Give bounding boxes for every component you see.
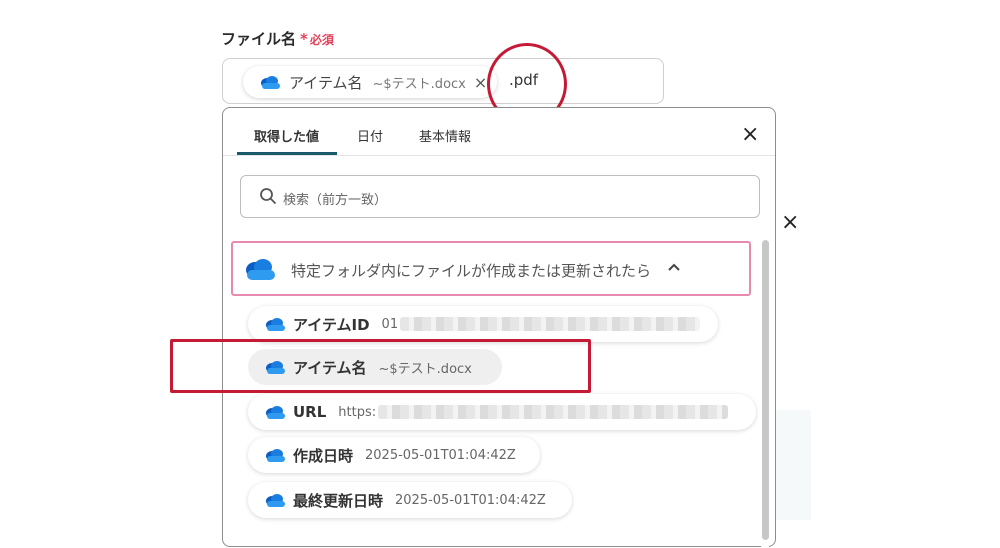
item-value: 2025-05-01T01:04:42Z (395, 492, 546, 508)
item-label: 最終更新日時 (293, 491, 384, 510)
tab-date[interactable]: 日付 (357, 126, 383, 145)
scrollbar-thumb[interactable] (762, 240, 769, 540)
list-item-updated-at[interactable]: 最終更新日時 2025-05-01T01:04:42Z (248, 482, 572, 518)
item-label: アイテムID (293, 315, 370, 334)
chip-value: ~$テスト.docx (372, 76, 466, 92)
tab-basic-info[interactable]: 基本情報 (419, 126, 471, 145)
search-icon (260, 188, 276, 204)
onedrive-cloud-icon (246, 259, 275, 280)
tab-acquired-values[interactable]: 取得した値 (254, 126, 319, 145)
required-text: 必須 (309, 33, 334, 47)
chip-label: アイテム名 (289, 73, 363, 92)
file-name-label: ファイル名 * 必須 (221, 28, 334, 49)
list-item-created-at[interactable]: 作成日時 2025-05-01T01:04:42Z (248, 437, 540, 473)
onedrive-cloud-icon (266, 449, 285, 462)
value-picker-panel: 取得した値 日付 基本情報 × 検索（前方一致） 特定フォルダ内にファイルが作成… (222, 107, 776, 548)
item-label: URL (293, 403, 327, 421)
required-star: * (300, 30, 308, 48)
close-icon[interactable]: × (741, 122, 759, 147)
chevron-up-icon[interactable] (667, 262, 681, 272)
onedrive-cloud-icon (266, 494, 285, 507)
item-name-chip[interactable]: アイテム名 ~$テスト.docx × (243, 66, 498, 98)
search-input[interactable]: 検索（前方一致） (240, 175, 760, 218)
search-placeholder: 検索（前方一致） (283, 193, 388, 208)
close-icon[interactable]: × (781, 210, 799, 235)
onedrive-cloud-icon (261, 76, 280, 89)
file-name-label-text: ファイル名 (221, 30, 297, 48)
item-value: 2025-05-01T01:04:42Z (365, 447, 516, 463)
annotation-rectangle (170, 339, 591, 393)
trigger-section-header[interactable]: 特定フォルダ内にファイルが作成または更新されたら (231, 241, 751, 296)
tabs-divider (223, 155, 775, 156)
redacted-value (378, 405, 729, 419)
onedrive-cloud-icon (266, 406, 285, 419)
item-label: 作成日時 (293, 446, 354, 465)
background-panel (776, 410, 811, 520)
redacted-value (400, 317, 701, 331)
item-value: https: (338, 404, 377, 420)
onedrive-cloud-icon (266, 318, 285, 331)
chip-remove-icon[interactable]: × (474, 73, 487, 92)
list-item-url[interactable]: URL https: (248, 394, 756, 430)
item-value: 01 (381, 316, 399, 332)
section-title: 特定フォルダ内にファイルが作成または更新されたら (291, 262, 652, 280)
file-name-input[interactable]: アイテム名 ~$テスト.docx × .pdf (222, 58, 664, 104)
list-item-item-id[interactable]: アイテムID 01 (248, 306, 718, 342)
